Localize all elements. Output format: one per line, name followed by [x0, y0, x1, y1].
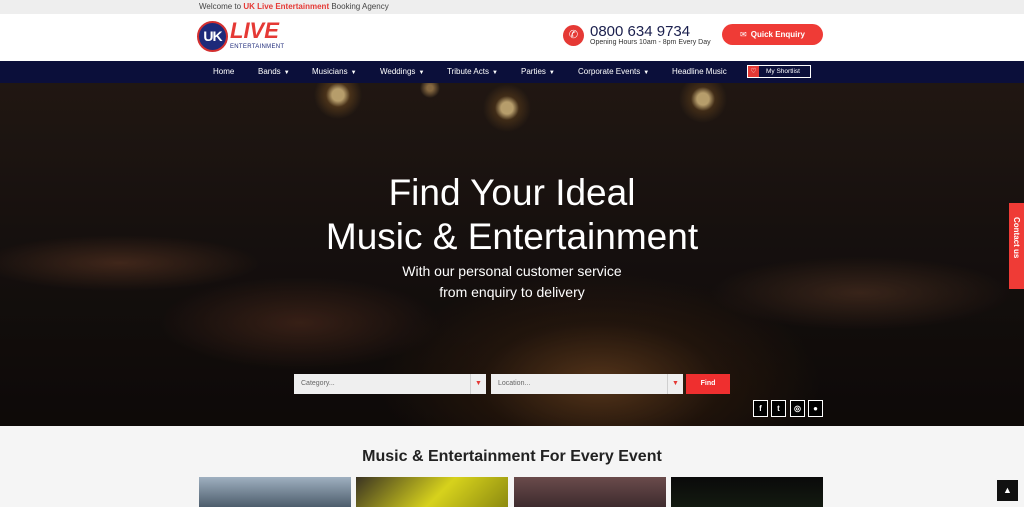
nav-item-bands[interactable]: Bands ▼ [258, 61, 290, 83]
chevron-up-icon: ▲ [1003, 485, 1012, 495]
nav-label: Bands [258, 67, 281, 76]
event-section: Music & Entertainment For Every Event [0, 426, 1024, 507]
nav-item-weddings[interactable]: Weddings ▼ [380, 61, 424, 83]
heart-icon: ♡ [748, 66, 759, 77]
welcome-brand: UK Live Entertainment [243, 2, 330, 11]
chevron-down-icon: ▼ [470, 374, 486, 394]
shortlist-label: My Shortlist [766, 68, 800, 75]
section-title: Music & Entertainment For Every Event [362, 448, 662, 465]
welcome-suffix: Booking Agency [329, 2, 389, 11]
logo-word: LIVE [230, 18, 279, 43]
chevron-down-icon: ▼ [643, 70, 650, 76]
quick-enquiry-button[interactable]: ✉ Quick Enquiry [722, 24, 823, 45]
quick-enquiry-label: Quick Enquiry [750, 30, 805, 39]
nav-item-home[interactable]: Home [213, 61, 234, 83]
event-card[interactable] [671, 477, 823, 507]
nav-label: Tribute Acts [447, 67, 489, 76]
twitter-icon[interactable]: t [771, 400, 786, 417]
site-header: UK LIVE ENTERTAINMENT ✆ 0800 634 9734 Op… [0, 14, 1024, 61]
opening-hours: Opening Hours 10am - 8pm Every Day [590, 39, 711, 46]
nav-label: Parties [521, 67, 546, 76]
nav-item-tribute-acts[interactable]: Tribute Acts ▼ [447, 61, 498, 83]
hero-subtitle-line2: from enquiry to delivery [439, 284, 585, 300]
logo-tagline: ENTERTAINMENT [230, 44, 285, 50]
nav-label: Headline Music [672, 67, 727, 76]
chevron-down-icon: ▼ [283, 70, 290, 76]
logo-mark: UK [197, 21, 228, 52]
nav-item-headline-music[interactable]: Headline Music [672, 61, 727, 83]
find-button[interactable]: Find [686, 374, 730, 394]
chevron-down-icon: ▼ [548, 70, 555, 76]
category-select[interactable]: Category... ▼ [294, 374, 486, 394]
nav-label: Weddings [380, 67, 416, 76]
chevron-down-icon: ▼ [350, 70, 357, 76]
nav-item-parties[interactable]: Parties ▼ [521, 61, 555, 83]
chevron-down-icon: ▼ [667, 374, 683, 394]
phone-number[interactable]: 0800 634 9734 [590, 23, 690, 40]
event-card[interactable] [514, 477, 666, 507]
nav-label: Musicians [312, 67, 348, 76]
contact-us-tab[interactable]: Contact us [1009, 203, 1024, 289]
my-shortlist-button[interactable]: ♡ My Shortlist [747, 65, 811, 78]
hero-title-line2: Music & Entertainment [325, 216, 699, 257]
hero-subtitle-line1: With our personal customer service [402, 263, 622, 279]
event-card[interactable] [356, 477, 508, 507]
nav-label: Corporate Events [578, 67, 641, 76]
chevron-down-icon: ▼ [491, 70, 498, 76]
envelope-icon: ✉ [740, 30, 747, 39]
nav-label: Home [213, 67, 235, 76]
site-logo[interactable]: UK LIVE ENTERTAINMENT [197, 18, 287, 56]
main-nav: Home Bands ▼ Musicians ▼ Weddings ▼ Tribute… [0, 61, 1024, 83]
nav-item-musicians[interactable]: Musicians ▼ [312, 61, 357, 83]
instagram-icon[interactable]: ◎ [790, 400, 805, 417]
hero-title-line1: Find Your Ideal [388, 172, 636, 213]
chat-icon[interactable]: ● [808, 400, 823, 417]
location-select[interactable]: Location... ▼ [491, 374, 683, 394]
phone-icon: ✆ [563, 25, 584, 46]
welcome-text: Welcome to UK Live Entertainment Booking… [199, 2, 389, 11]
chevron-down-icon: ▼ [418, 70, 425, 76]
back-to-top-button[interactable]: ▲ [997, 480, 1018, 501]
nav-item-corporate-events[interactable]: Corporate Events ▼ [578, 61, 649, 83]
contact-us-label: Contact us [1012, 217, 1021, 259]
hero-banner: Find Your Ideal Music & Entertainment Wi… [0, 83, 1024, 426]
event-card[interactable] [199, 477, 351, 507]
top-bar: Welcome to UK Live Entertainment Booking… [0, 0, 1024, 14]
welcome-prefix: Welcome to [199, 2, 244, 11]
location-placeholder: Location... [498, 380, 531, 387]
facebook-icon[interactable]: f [753, 400, 768, 417]
category-placeholder: Category... [301, 380, 335, 387]
